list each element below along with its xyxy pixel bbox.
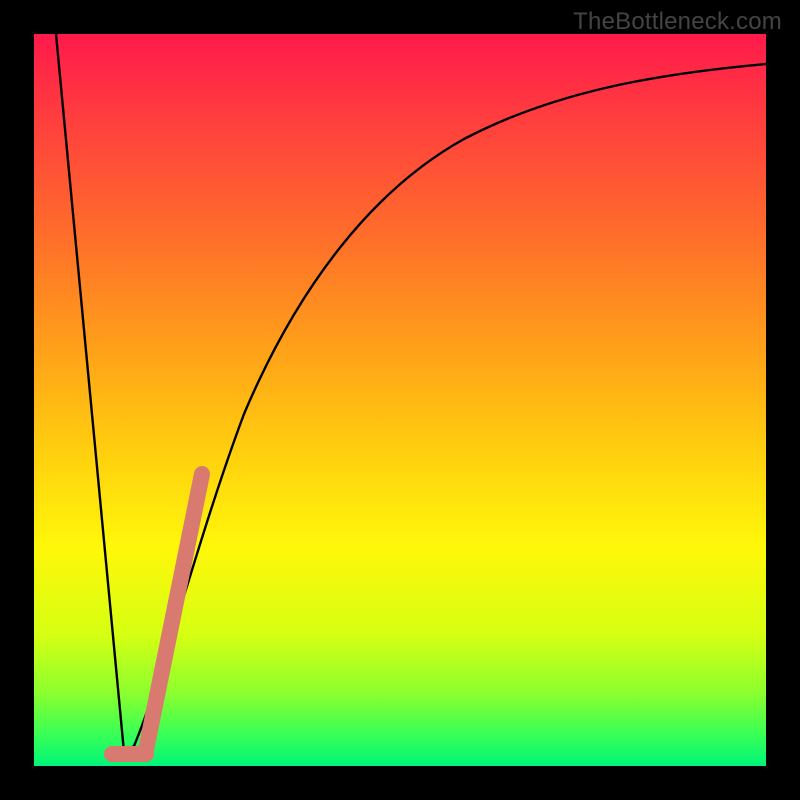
highlight-segment — [112, 474, 202, 754]
plot-area — [34, 34, 766, 766]
chart-frame: TheBottleneck.com — [0, 0, 800, 800]
curve-layer — [34, 34, 766, 766]
watermark-text: TheBottleneck.com — [573, 8, 782, 36]
